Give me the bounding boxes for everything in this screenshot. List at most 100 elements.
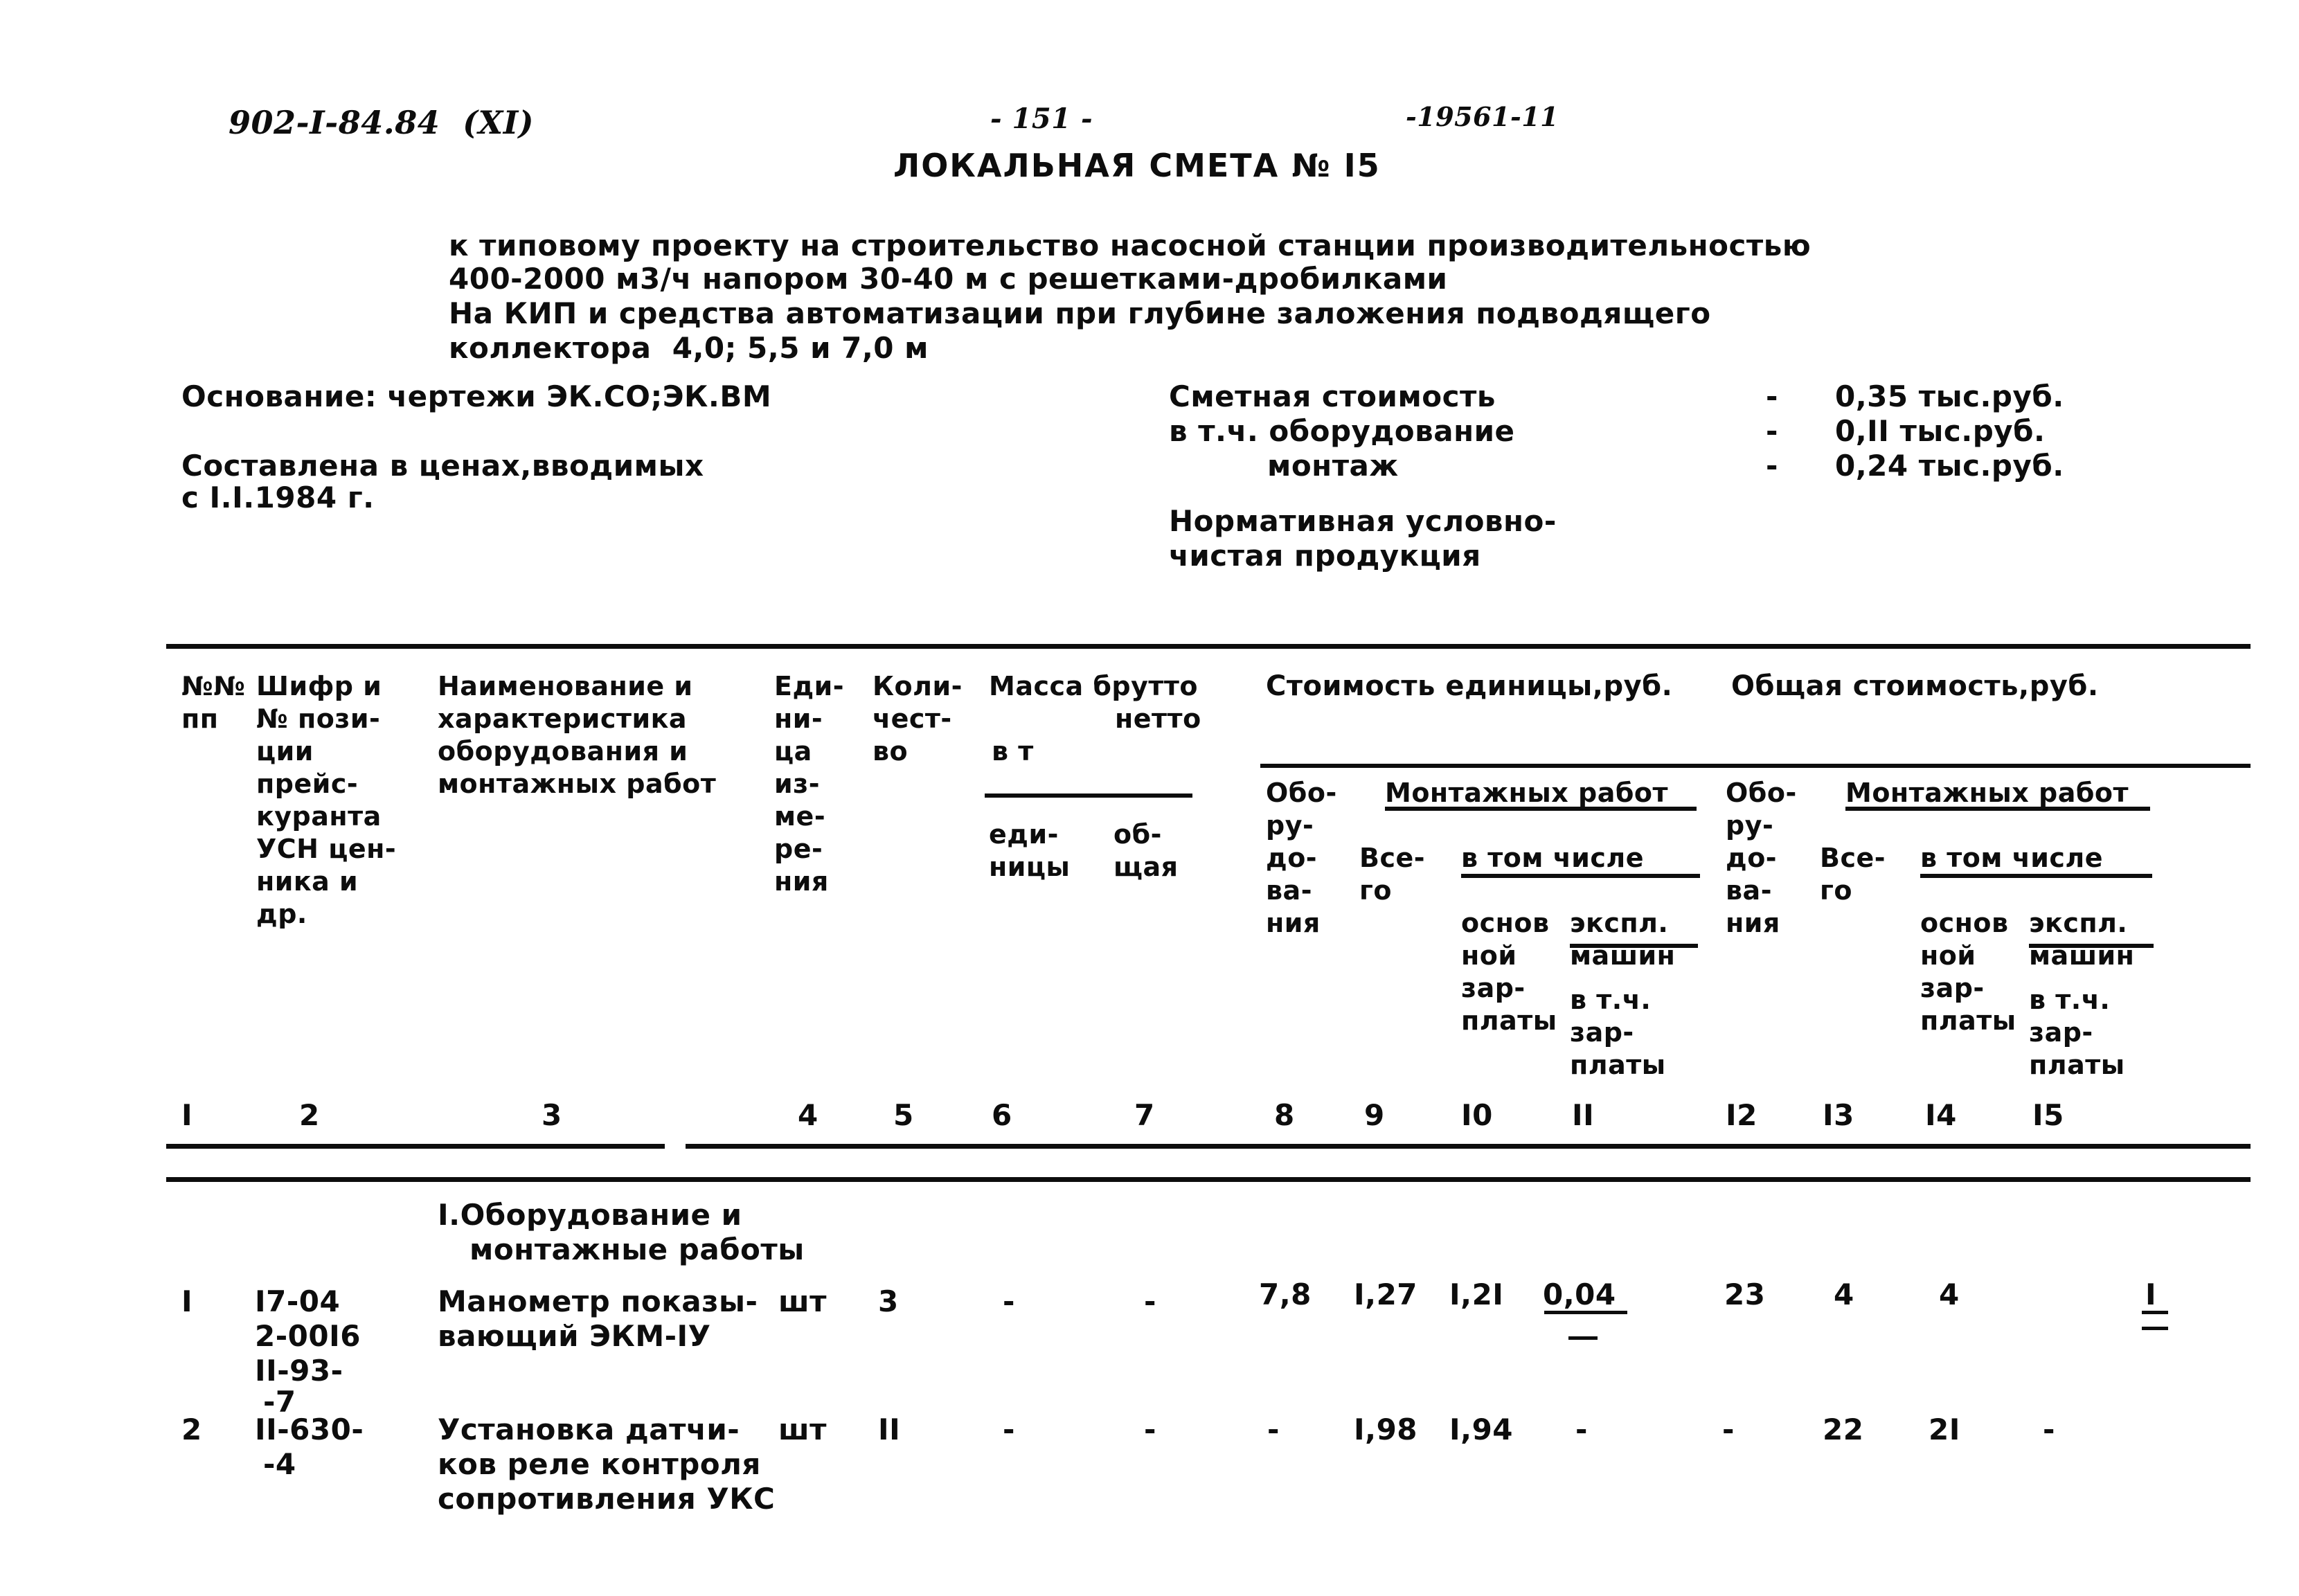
page-number: - 151 - (990, 102, 1093, 135)
th-mass-tot-1: об- (1113, 819, 1162, 850)
row-2-unit-installation-all: I,98 (1354, 1413, 1418, 1446)
row-1-name-l1: Манометр показы- (438, 1284, 758, 1318)
col-number-12: I2 (1726, 1098, 1757, 1132)
th-mashin-unit-3: в т.ч. (1570, 985, 1652, 1015)
section-title-line-1: I.Оборудование и (438, 1198, 742, 1232)
th-mass-netto: нетто (1115, 703, 1201, 734)
mass-rule (985, 793, 1192, 798)
th-mashin-unit-1: экспл. (1570, 908, 1669, 938)
th-mass-unit-2: ницы (989, 852, 1071, 882)
page-title: ЛОКАЛЬНАЯ СМЕТА № I5 (893, 147, 1381, 184)
subtitle-line-1: к типовому проекту на строительство насо… (449, 228, 1812, 262)
summary-dash-total: - (1766, 379, 1778, 413)
document-code: 902-I-84.84 (XI) (229, 104, 535, 141)
th-group-total-cost: Общая стоимость,руб. (1731, 670, 2099, 702)
row-2-name-l3: сопротивления УКС (438, 1482, 776, 1516)
th-unit-line6: ре- (774, 834, 823, 864)
th-osnov-unit-3: зар- (1461, 973, 1526, 1003)
th-unit-line5: ме- (774, 801, 826, 832)
row-2-name-l1: Установка датчи- (438, 1413, 740, 1446)
row-1-number: I (181, 1284, 193, 1318)
th-vsego-unit-1: Все- (1359, 843, 1426, 873)
th-montazh-total: Монтажных работ (1845, 778, 2129, 808)
row-1-unit-installation-machines: 0,04 (1543, 1277, 1616, 1311)
th-equip-total-5: ния (1726, 908, 1780, 938)
summary-value-installation: 0,24 тыс.руб. (1835, 449, 2064, 483)
th-mass-brutto: Масса брутто (989, 671, 1199, 701)
col-number-13: I3 (1823, 1098, 1854, 1132)
summary-value-total: 0,35 тыс.руб. (1835, 379, 2064, 413)
basis-line: Основание: чертежи ЭК.СО;ЭК.ВМ (181, 379, 772, 413)
col-number-8: 8 (1274, 1098, 1295, 1132)
th-equip-unit-2: ру- (1266, 810, 1314, 841)
row-2-total-equipment: - (1722, 1413, 1735, 1446)
col-number-11: II (1572, 1098, 1595, 1132)
summary-label-nchp-1: Нормативная условно- (1169, 504, 1557, 538)
row-1-code-l2: 2-00I6 (255, 1319, 361, 1353)
row-2-name-l2: ков реле контроля (438, 1447, 761, 1481)
row-2-code-l2: -4 (263, 1447, 296, 1481)
th-vsego-unit-2: го (1359, 875, 1392, 906)
summary-value-equipment: 0,II тыс.руб. (1835, 414, 2046, 448)
row-1-mass-unit: - (1003, 1284, 1015, 1318)
col-number-9: 9 (1364, 1098, 1385, 1132)
th-code-line4: прейс- (256, 769, 359, 799)
th-vsego-total-2: го (1820, 875, 1852, 906)
row-2-mass-unit: - (1003, 1413, 1015, 1446)
th-mass-vt: в т (992, 736, 1034, 766)
th-vsego-total-1: Все- (1820, 843, 1886, 873)
th-osnov-total-4: платы (1920, 1005, 2016, 1036)
row-2-unit-equipment: - (1267, 1413, 1280, 1446)
th-qty-line1: Коли- (873, 671, 963, 701)
col-number-5: 5 (893, 1098, 914, 1132)
row-1-total-installation-all: 4 (1834, 1277, 1854, 1311)
th-no-line1: №№ (181, 671, 246, 701)
row-2-total-installation-wage: 2I (1929, 1413, 1960, 1446)
row-2-total-installation-all: 22 (1823, 1413, 1864, 1446)
th-code-line3: ции (256, 736, 314, 766)
th-unit-line1: Еди- (774, 671, 845, 701)
th-qty-line3: во (873, 736, 909, 766)
summary-dash-installation: - (1766, 449, 1778, 483)
th-group-unit-cost: Стоимость единицы,руб. (1266, 670, 1673, 702)
row-1-total-installation-machines: I (2145, 1277, 2157, 1311)
prices-line-2: с I.I.1984 г. (181, 481, 375, 514)
th-osnov-unit-1: основ (1461, 908, 1550, 938)
th-no-line2: пп (181, 703, 219, 734)
archive-stamp: -19561-11 (1406, 101, 1559, 132)
row-1-total-equipment: 23 (1724, 1277, 1766, 1311)
col-number-2: 2 (299, 1098, 320, 1132)
th-mass-tot-2: щая (1113, 852, 1179, 882)
cost-group-rule (1260, 764, 2251, 768)
th-mashin-total-1: экспл. (2029, 908, 2128, 938)
column-numbers-rule-right (686, 1144, 2251, 1149)
row-1-dash-under-machines-unit (1568, 1336, 1598, 1340)
th-mashin-unit-5: платы (1570, 1050, 1666, 1080)
th-name-line3: оборудования и (438, 736, 688, 766)
th-mashin-total-2: машин (2029, 940, 2135, 971)
th-unit-line7: ния (774, 866, 829, 897)
col-number-4: 4 (798, 1098, 818, 1132)
th-code-line5: куранта (256, 801, 382, 832)
th-including-unit: в том числе (1461, 843, 1645, 873)
th-including-total: в том числе (1920, 843, 2104, 873)
th-equip-total-3: до- (1726, 843, 1778, 873)
section-title-line-2: монтажные работы (469, 1232, 805, 1266)
summary-dash-equipment: - (1766, 414, 1778, 448)
th-name-line1: Наименование и (438, 671, 693, 701)
row-1-unit-installation-wage: I,2I (1449, 1277, 1504, 1311)
th-equip-unit-1: Обо- (1266, 778, 1337, 808)
col-number-1: I (181, 1098, 193, 1132)
th-code-line1: Шифр и (256, 671, 382, 701)
row-2-code-l1: II-630- (255, 1413, 364, 1446)
th-unit-line3: ца (774, 736, 812, 766)
row-1-underline-machines-total-a (2142, 1311, 2168, 1314)
th-unit-line4: из- (774, 769, 820, 799)
row-2-number: 2 (181, 1413, 202, 1446)
th-osnov-total-3: зар- (1920, 973, 1985, 1003)
row-1-name-l2: вающий ЭКМ-IУ (438, 1319, 711, 1353)
th-name-line4: монтажных работ (438, 769, 717, 799)
summary-label-nchp-2: чистая продукция (1169, 539, 1481, 573)
summary-label-total: Сметная стоимость (1169, 379, 1496, 413)
th-mashin-unit-4: зар- (1570, 1017, 1634, 1048)
